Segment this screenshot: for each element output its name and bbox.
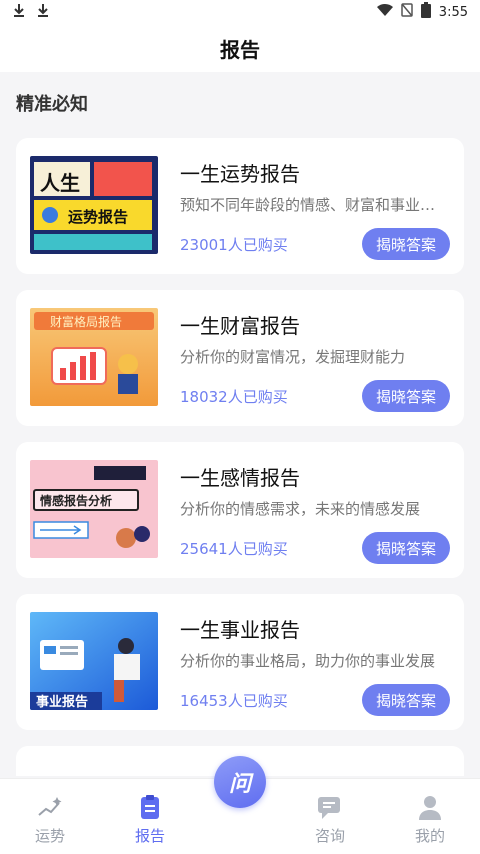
card-description: 分析你的事业格局，助力你的事业发展 bbox=[180, 652, 436, 670]
download-icon bbox=[36, 3, 50, 21]
svg-text:财富格局报告: 财富格局报告 bbox=[50, 314, 122, 329]
page-title: 报告 bbox=[220, 37, 260, 62]
report-card-emotion[interactable]: 情感报告分析 一生感情报告 分析你的情感需求，未来的情感发展 25641人已购买… bbox=[16, 442, 464, 578]
ask-button[interactable]: 问 bbox=[214, 756, 266, 808]
purchase-count: 16453人已购买 bbox=[180, 692, 288, 710]
reveal-answer-button[interactable]: 揭晓答案 bbox=[362, 532, 450, 564]
tab-report[interactable]: 报告 bbox=[110, 789, 190, 846]
purchase-count: 25641人已购买 bbox=[180, 540, 288, 558]
status-bar: 3:55 bbox=[0, 0, 480, 24]
card-title: 一生感情报告 bbox=[180, 466, 300, 490]
tab-consult[interactable]: 咨询 bbox=[290, 789, 370, 846]
card-title: 一生事业报告 bbox=[180, 618, 300, 642]
report-card-career[interactable]: 事业报告 一生事业报告 分析你的事业格局，助力你的事业发展 16453人已购买 … bbox=[16, 594, 464, 730]
svg-text:事业报告: 事业报告 bbox=[36, 694, 88, 710]
card-title: 一生财富报告 bbox=[180, 314, 300, 338]
clipboard-icon bbox=[136, 793, 164, 821]
tab-label: 咨询 bbox=[314, 827, 345, 845]
card-title: 一生运势报告 bbox=[180, 162, 300, 186]
purchase-count: 23001人已购买 bbox=[180, 236, 288, 254]
report-list: 人生 运势报告 一生运势报告 预知不同年龄段的情感、财富和事业… 23001人已… bbox=[16, 138, 464, 746]
report-thumbnail-career: 事业报告 bbox=[30, 612, 158, 710]
reveal-answer-button[interactable]: 揭晓答案 bbox=[362, 684, 450, 716]
report-thumbnail-wealth: 财富格局报告 bbox=[30, 308, 158, 406]
card-description: 分析你的情感需求，未来的情感发展 bbox=[180, 500, 421, 518]
svg-text:情感报告分析: 情感报告分析 bbox=[40, 493, 112, 508]
report-card-wealth[interactable]: 财富格局报告 一生财富报告 分析你的财富情况，发掘理财能力 18032人已购买 … bbox=[16, 290, 464, 426]
download-icon bbox=[12, 3, 26, 21]
chat-icon bbox=[316, 793, 344, 821]
sparkle-chart-icon bbox=[36, 793, 64, 821]
clock-time: 3:55 bbox=[438, 4, 468, 20]
reveal-answer-button[interactable]: 揭晓答案 bbox=[362, 380, 450, 412]
purchase-count: 18032人已购买 bbox=[180, 388, 288, 406]
section-title: 精准必知 bbox=[16, 94, 88, 115]
battery-icon bbox=[420, 2, 431, 22]
wifi-icon bbox=[376, 3, 393, 21]
report-card-fortune[interactable]: 人生 运势报告 一生运势报告 预知不同年龄段的情感、财富和事业… 23001人已… bbox=[16, 138, 464, 274]
card-description: 分析你的财富情况，发掘理财能力 bbox=[180, 348, 406, 366]
page-header: 报告 bbox=[0, 24, 480, 72]
thumb-text: 人生 bbox=[40, 171, 80, 195]
tab-label: 报告 bbox=[134, 827, 165, 845]
tab-mine[interactable]: 我的 bbox=[390, 789, 470, 846]
ask-button-label: 问 bbox=[228, 772, 251, 797]
card-description: 预知不同年龄段的情感、财富和事业… bbox=[180, 196, 436, 214]
reveal-answer-button[interactable]: 揭晓答案 bbox=[362, 228, 450, 260]
tab-fortune[interactable]: 运势 bbox=[10, 789, 90, 846]
tab-label: 我的 bbox=[414, 827, 445, 845]
no-sim-icon bbox=[401, 3, 413, 21]
report-thumbnail-emotion: 情感报告分析 bbox=[30, 460, 158, 558]
report-thumbnail-fortune: 人生 运势报告 bbox=[30, 156, 158, 254]
user-icon bbox=[416, 793, 444, 821]
svg-text:运势报告: 运势报告 bbox=[68, 208, 128, 226]
tab-label: 运势 bbox=[34, 827, 65, 845]
